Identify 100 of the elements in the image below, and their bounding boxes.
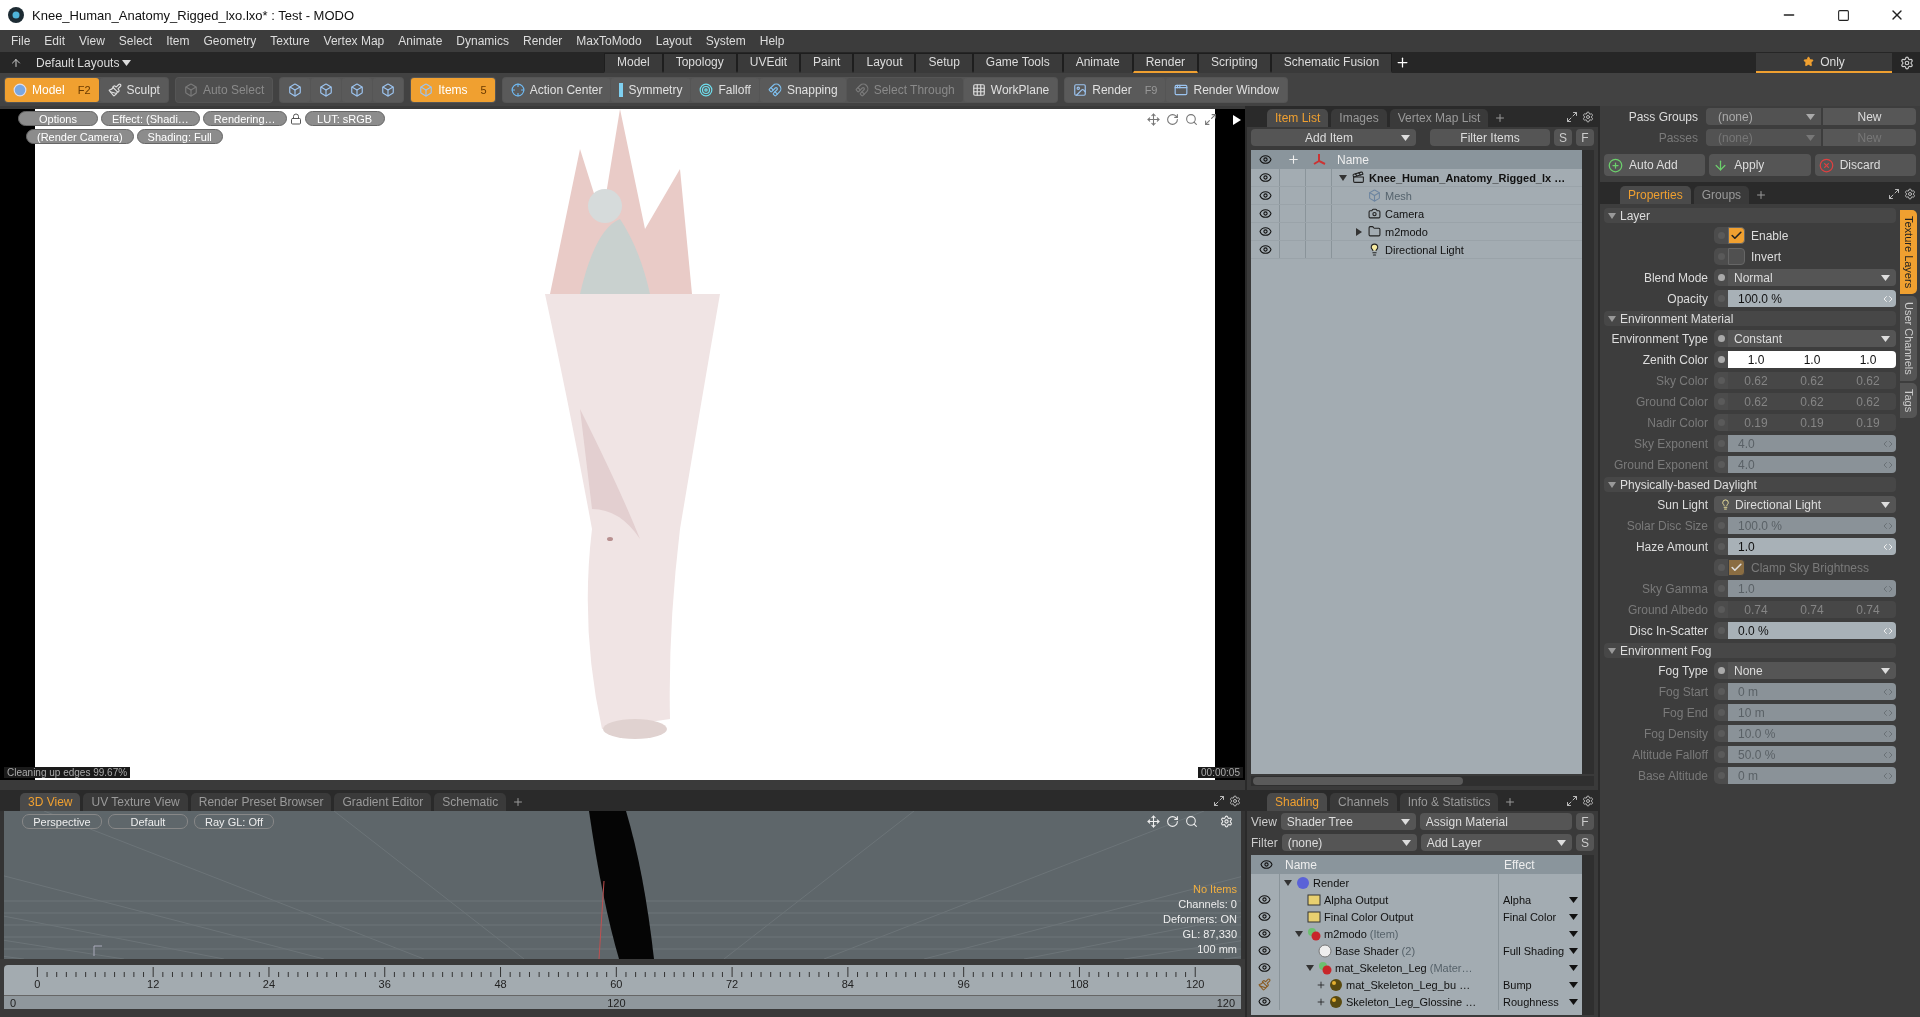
channel-toggle[interactable]: [1714, 704, 1728, 721]
channel-toggle[interactable]: [1714, 290, 1728, 307]
dropdown[interactable]: Normal: [1728, 269, 1896, 286]
section-header[interactable]: Environment Material: [1604, 311, 1896, 326]
layout-tab[interactable]: UVEdit: [736, 52, 801, 73]
settings-icon[interactable]: [1229, 794, 1241, 807]
action-button[interactable]: Discard: [1814, 154, 1916, 176]
horizontal-scrollbar[interactable]: [1251, 776, 1594, 786]
tool-button[interactable]: Items 5: [411, 77, 495, 102]
menu-item[interactable]: Vertex Map: [316, 30, 392, 52]
tool-button[interactable]: Sculpt: [99, 77, 168, 102]
expand-icon[interactable]: [1316, 996, 1326, 1007]
viewport-option-button[interactable]: Options: [18, 111, 98, 126]
maximize-icon[interactable]: [1204, 113, 1217, 126]
layout-tab[interactable]: Animate: [1062, 52, 1133, 73]
filter-field[interactable]: Filter Items: [1430, 129, 1550, 146]
tree-item[interactable]: Render: [1279, 874, 1498, 891]
expand-arrow-icon[interactable]: [1283, 877, 1293, 888]
maximize-icon[interactable]: [1836, 8, 1850, 22]
action-button[interactable]: Apply: [1709, 154, 1811, 176]
panel-tab[interactable]: Render Preset Browser: [190, 793, 332, 811]
panel-tab[interactable]: Shading: [1267, 793, 1328, 811]
expand-arrow-icon[interactable]: [1338, 172, 1348, 183]
tool-button[interactable]: Falloff: [691, 77, 759, 102]
layout-tab[interactable]: Setup: [915, 52, 973, 73]
menu-item[interactable]: Texture: [263, 30, 317, 52]
search-icon[interactable]: [1185, 815, 1198, 828]
toggle-button[interactable]: S: [1576, 834, 1594, 851]
panel-tab[interactable]: Gradient Editor: [334, 793, 432, 811]
expand-icon[interactable]: [1316, 979, 1326, 990]
settings-icon[interactable]: [1582, 794, 1594, 807]
section-header[interactable]: Environment Fog: [1604, 643, 1896, 658]
viewport-option-button[interactable]: Perspective: [22, 814, 102, 829]
viewport-option-button[interactable]: Rendering…: [202, 111, 287, 126]
channel-toggle[interactable]: [1714, 351, 1728, 368]
maximize-icon[interactable]: [1566, 794, 1578, 807]
viewport-option-button[interactable]: (Render Camera): [26, 129, 134, 144]
rotate-icon[interactable]: [1166, 113, 1179, 126]
select-mode-button[interactable]: [373, 77, 404, 102]
toggle-button[interactable]: F: [1576, 813, 1594, 830]
channel-toggle[interactable]: [1714, 414, 1728, 431]
menu-item[interactable]: Help: [752, 30, 792, 52]
brush-icon[interactable]: [1258, 978, 1271, 991]
menu-item[interactable]: Dynamics: [449, 30, 516, 52]
dropdown[interactable]: Constant: [1728, 330, 1896, 347]
color-field[interactable]: 1.0 1.0 1.0: [1728, 351, 1896, 368]
maximize-icon[interactable]: [1566, 110, 1578, 123]
tree-item[interactable]: m2modo (Item): [1279, 925, 1498, 942]
menu-item[interactable]: Animate: [391, 30, 450, 52]
menu-item[interactable]: View: [72, 30, 112, 52]
visibility-toggle[interactable]: [1258, 927, 1271, 940]
menu-item[interactable]: Geometry: [196, 30, 264, 52]
menu-item[interactable]: Item: [159, 30, 197, 52]
tool-button[interactable]: Model F2: [5, 77, 99, 102]
tool-button[interactable]: Snapping: [759, 77, 846, 102]
layout-tab[interactable]: Game Tools: [972, 52, 1063, 73]
menu-item[interactable]: Layout: [648, 30, 699, 52]
channel-toggle[interactable]: [1714, 767, 1728, 784]
checkbox[interactable]: [1728, 248, 1745, 265]
tree-item[interactable]: Directional Light: [1331, 241, 1582, 258]
select-mode-button[interactable]: [280, 77, 311, 102]
only-button[interactable]: Only: [1756, 52, 1892, 73]
number-field[interactable]: 100.0 %: [1728, 290, 1896, 307]
channel-toggle[interactable]: [1714, 227, 1728, 244]
side-tab[interactable]: Tags: [1900, 382, 1917, 419]
tool-button[interactable]: WorkPlane: [963, 77, 1058, 102]
tool-button[interactable]: Render Window: [1166, 77, 1287, 102]
visibility-toggle[interactable]: [1258, 910, 1271, 923]
channel-toggle[interactable]: [1714, 662, 1728, 679]
dropdown[interactable]: None: [1728, 662, 1896, 679]
layout-tab[interactable]: Render: [1132, 52, 1199, 73]
layout-tab[interactable]: Schematic Fusion: [1270, 52, 1393, 73]
expand-arrow-icon[interactable]: [1354, 226, 1364, 237]
channel-toggle[interactable]: [1714, 622, 1728, 639]
assign-material-button[interactable]: Assign Material: [1419, 813, 1572, 830]
add-tab-icon[interactable]: [1395, 55, 1411, 70]
panel-tab[interactable]: UV Texture View: [83, 793, 188, 811]
tree-item[interactable]: Skeleton_Leg_Glossine …: [1279, 993, 1498, 1010]
expand-arrow-icon[interactable]: [1305, 962, 1315, 973]
tool-button[interactable]: Render F9: [1065, 77, 1166, 102]
viewport-option-button[interactable]: LUT: sRGB: [304, 111, 385, 126]
menu-item[interactable]: Select: [111, 30, 160, 52]
panel-tab[interactable]: Channels: [1330, 793, 1397, 811]
layouts-dropdown[interactable]: Default Layouts: [36, 55, 132, 70]
channel-toggle[interactable]: [1714, 456, 1728, 473]
panel-tab[interactable]: Schematic: [434, 793, 507, 811]
side-tab[interactable]: User Channels: [1900, 296, 1917, 381]
visibility-toggle[interactable]: [1258, 893, 1271, 906]
panel-tab[interactable]: Images: [1331, 109, 1387, 127]
channel-toggle[interactable]: [1714, 435, 1728, 452]
play-icon[interactable]: [1233, 114, 1241, 125]
visibility-toggle[interactable]: [1259, 207, 1272, 220]
layout-tab[interactable]: Scripting: [1198, 52, 1271, 73]
checkbox[interactable]: [1728, 227, 1745, 244]
number-field[interactable]: 1.0: [1728, 538, 1896, 555]
settings-icon[interactable]: [1582, 110, 1594, 123]
tree-item[interactable]: mat_Skeleton_Leg (Mater…: [1279, 959, 1498, 976]
channel-toggle[interactable]: [1714, 580, 1728, 597]
arrow-up-icon[interactable]: [10, 56, 22, 69]
visibility-toggle[interactable]: [1259, 189, 1272, 202]
